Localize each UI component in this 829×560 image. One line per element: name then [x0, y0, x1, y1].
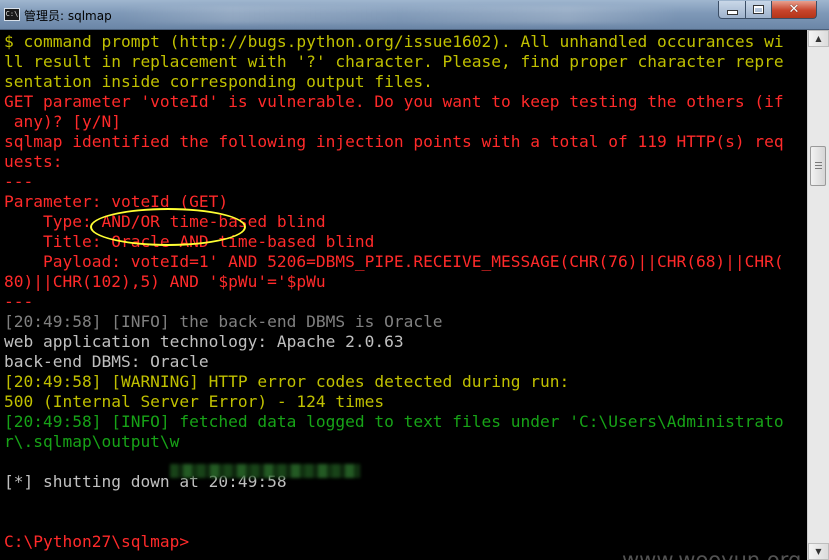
console-line: ---	[4, 172, 34, 191]
console-line: $ command prompt (http://bugs.python.org…	[4, 32, 784, 51]
redacted-path	[170, 464, 360, 478]
console-line: back-end DBMS: Oracle	[4, 352, 209, 371]
window-title: 管理员: sqlmap	[24, 9, 112, 23]
watermark-text: www.wooyun.org	[622, 548, 802, 560]
console-line: [20:49:58] [WARNING] HTTP error codes de…	[4, 372, 570, 391]
console-line: sqlmap identified the following injectio…	[4, 132, 784, 151]
console-output[interactable]: $ command prompt (http://bugs.python.org…	[0, 30, 807, 560]
console-line: ll result in replacement with '?' charac…	[4, 52, 784, 71]
console-line: web application technology: Apache 2.0.6…	[4, 332, 404, 351]
console-line: GET parameter 'voteId' is vulnerable. Do…	[4, 92, 784, 111]
scrollbar-thumb[interactable]	[810, 146, 826, 186]
vertical-scrollbar[interactable]: ▲ ▼	[807, 30, 829, 560]
close-button[interactable]: ✕	[771, 1, 817, 19]
title-bar-glow	[120, 6, 680, 24]
highlight-ellipse-annotation	[90, 208, 246, 246]
console-line: Payload: voteId=1' AND 5206=DBMS_PIPE.RE…	[4, 252, 784, 271]
close-icon: ✕	[788, 2, 800, 17]
minimize-button[interactable]	[718, 1, 746, 19]
console-line: [20:49:58] [INFO] fetched data logged to…	[4, 412, 784, 431]
title-bar: C:\ 管理员: sqlmap ✕	[0, 0, 829, 30]
thumb-grip	[815, 165, 822, 166]
console-line: uests:	[4, 152, 63, 171]
maximize-icon	[753, 5, 764, 14]
console-line: 500 (Internal Server Error) - 124 times	[4, 392, 385, 411]
minimize-icon	[726, 10, 738, 15]
console-line: C:\Python27\sqlmap>	[4, 532, 190, 551]
scroll-down-icon[interactable]: ▼	[808, 543, 829, 560]
scroll-up-icon[interactable]: ▲	[808, 30, 829, 47]
console-line: r\.sqlmap\output\w	[4, 432, 180, 451]
console-line: [20:49:58] [INFO] the back-end DBMS is O…	[4, 312, 443, 331]
maximize-button[interactable]	[745, 1, 772, 19]
console-icon: C:\	[4, 8, 20, 21]
console-line: 80)||CHR(102),5) AND '$pWu'='$pWu	[4, 272, 326, 291]
console-line: any)? [y/N]	[4, 112, 121, 131]
thumb-grip	[815, 168, 822, 169]
thumb-grip	[815, 162, 822, 163]
console-line: ---	[4, 292, 34, 311]
console-line: sentation inside corresponding output fi…	[4, 72, 433, 91]
